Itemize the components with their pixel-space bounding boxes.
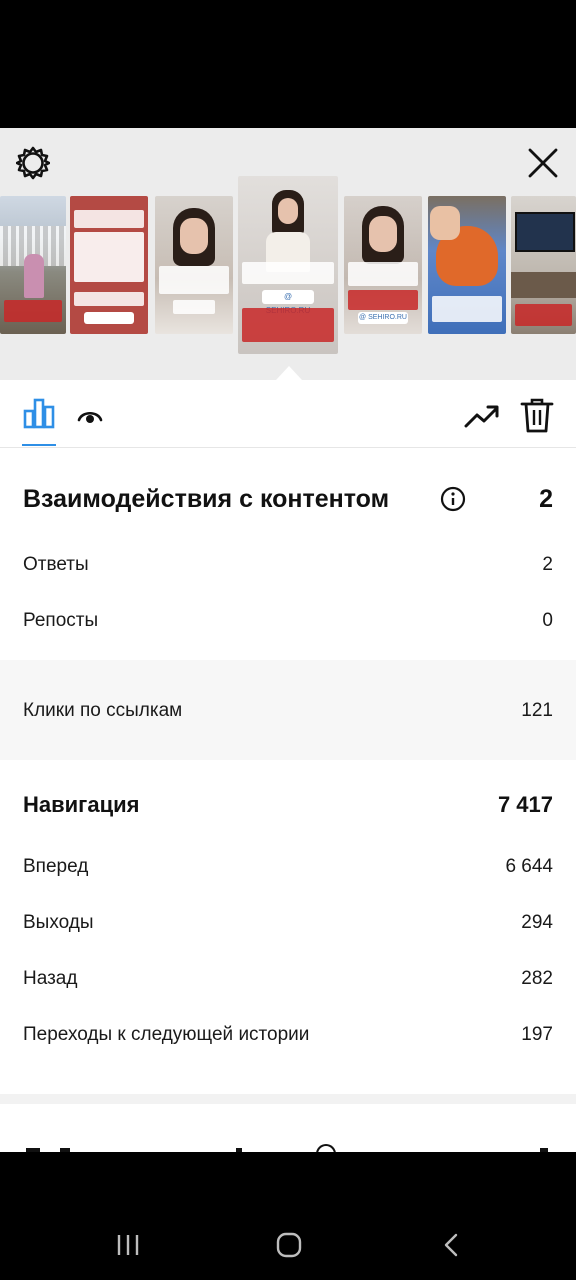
next-section-cutoff [0, 1144, 576, 1152]
thumbnail-link-sticker: @ SEHIRO.RU [262, 290, 314, 315]
info-icon[interactable] [440, 486, 466, 512]
selected-story-pointer [276, 366, 302, 380]
bar-chart-icon [23, 398, 55, 429]
system-navigation-bar [0, 1152, 576, 1280]
navigation-total: 7 417 [497, 792, 553, 817]
active-tab-indicator [22, 444, 56, 446]
story-insights-screen: @ SEHIRO.RU @ SEHIRO.RU [0, 128, 576, 1152]
insights-tab-bar [0, 380, 576, 448]
home-icon[interactable] [276, 1232, 302, 1258]
exits-value: 294 [521, 912, 553, 933]
section-divider [0, 1094, 576, 1104]
story-thumbnail[interactable]: @ SEHIRO.RU [344, 196, 422, 334]
next-story-label: Переходы к следующей истории [23, 1024, 310, 1045]
story-thumbnail[interactable] [0, 196, 66, 334]
close-icon[interactable] [526, 146, 560, 180]
story-header: @ SEHIRO.RU @ SEHIRO.RU [0, 128, 576, 380]
next-story-value: 197 [521, 1024, 553, 1045]
trending-up-icon[interactable] [464, 400, 500, 432]
content-interactions-total: 2 [539, 485, 553, 513]
shares-value: 0 [542, 610, 553, 631]
gear-icon[interactable] [16, 146, 50, 180]
story-thumbnail[interactable] [155, 196, 233, 334]
thumbnail-link-sticker: @ SEHIRO.RU [358, 312, 408, 324]
recents-icon[interactable] [115, 1232, 141, 1258]
tab-insights[interactable] [22, 396, 56, 446]
status-bar-area [0, 0, 576, 128]
eye-icon[interactable] [76, 402, 104, 430]
forward-label: Вперед [23, 856, 89, 877]
story-thumbnail[interactable] [70, 196, 148, 334]
exits-label: Выходы [23, 912, 94, 933]
forward-value: 6 644 [505, 856, 553, 877]
content-interactions-title: Взаимодействия с контентом [23, 485, 390, 513]
link-clicks-label: Клики по ссылкам [23, 700, 183, 721]
back-value: 282 [521, 968, 553, 989]
story-thumbnail[interactable] [511, 196, 576, 334]
back-label: Назад [23, 968, 78, 989]
story-thumbnail-strip[interactable]: @ SEHIRO.RU @ SEHIRO.RU [0, 176, 576, 356]
replies-value: 2 [542, 554, 553, 575]
navigation-title: Навигация [23, 792, 140, 817]
story-thumbnail-active[interactable]: @ SEHIRO.RU [238, 176, 338, 354]
trash-icon[interactable] [520, 396, 554, 434]
shares-label: Репосты [23, 610, 99, 631]
link-clicks-value: 121 [521, 700, 553, 721]
replies-label: Ответы [23, 554, 89, 575]
story-thumbnail[interactable] [428, 196, 506, 334]
back-icon[interactable] [440, 1232, 462, 1258]
